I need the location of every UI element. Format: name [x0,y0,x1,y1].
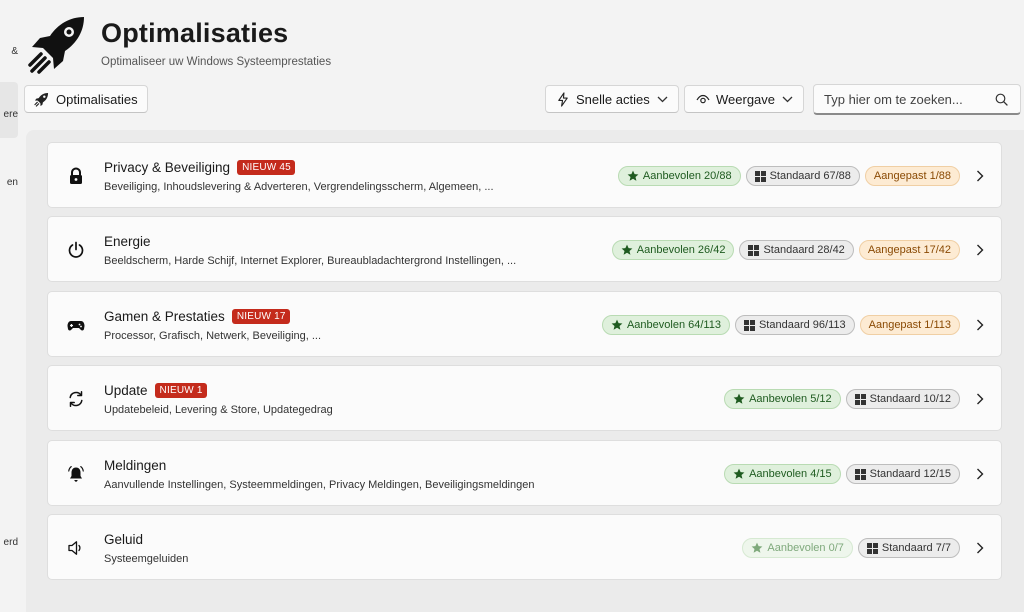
speaker-icon [68,541,81,555]
snelle-acties-dropdown[interactable]: Snelle acties [545,85,679,113]
star-icon [621,244,633,255]
category-description: Processor, Grafisch, Netwerk, Beveiligin… [104,330,322,342]
star-icon [627,170,639,181]
windows-icon [866,542,878,554]
chevron-down-icon [657,96,668,102]
standard-badge[interactable]: Standaard 10/12 [845,389,960,409]
category-card-update[interactable]: Update NIEUW 1 Updatebeleid, Levering & … [47,365,1002,431]
rocket-icon [28,17,84,74]
sidebar-strip: & ere en erd [0,0,18,612]
new-badge: NIEUW 1 [154,383,207,398]
category-card-energie[interactable]: Energie Beeldscherm, Harde Schijf, Inter… [47,216,1002,282]
category-title: Geluid [104,532,144,547]
lock-icon [70,167,82,184]
recommended-badge[interactable]: Aanbevolen 4/15 [724,464,841,484]
custom-badge[interactable]: Aangepast 1/113 [859,315,960,335]
custom-badge[interactable]: Aangepast 17/42 [858,240,960,260]
category-description: Systeemgeluiden [104,553,189,565]
chevron-right-icon[interactable] [976,468,984,480]
search-box[interactable] [813,84,1021,115]
recommended-badge[interactable]: Aanbevolen 5/12 [724,389,841,409]
standard-badge[interactable]: Standaard 12/15 [845,464,960,484]
windows-icon [754,170,766,182]
star-icon [752,542,763,553]
sidebar-fragment: en [6,177,18,188]
category-card-geluid[interactable]: Geluid Systeemgeluiden Aanbevolen 0/7 St… [47,514,1002,580]
category-card-gamen[interactable]: Gamen & Prestaties NIEUW 17 Processor, G… [47,291,1002,357]
category-title: Gamen & Prestaties [104,309,225,324]
category-description: Beeldscherm, Harde Schijf, Internet Expl… [104,255,517,267]
sidebar-fragment: & [11,46,18,57]
new-badge: NIEUW 17 [231,309,290,324]
chevron-right-icon[interactable] [976,244,984,256]
star-icon [611,319,623,330]
standard-badge[interactable]: Standaard 67/88 [745,166,860,186]
chevron-right-icon[interactable] [976,170,984,182]
category-card-meldingen[interactable]: Meldingen Aanvullende Instellingen, Syst… [47,440,1002,506]
category-description: Aanvullende Instellingen, Systeemmelding… [104,479,535,491]
optimalisaties-button-label: Optimalisaties [56,91,138,107]
search-input[interactable] [814,91,984,107]
eye-icon [696,94,710,103]
category-description: Beveiliging, Inhoudslevering & Advertere… [104,181,494,193]
sidebar-fragment: erd [3,537,18,548]
new-badge: NIEUW 45 [237,160,295,175]
recommended-badge[interactable]: Aanbevolen 26/42 [611,240,735,260]
bell-icon [68,466,84,482]
chevron-right-icon[interactable] [976,393,984,405]
custom-badge[interactable]: Aangepast 1/88 [864,166,960,186]
snelle-acties-label: Snelle acties [576,91,650,107]
power-icon [68,241,84,258]
page-subtitle: Optimaliseer uw Windows Systeemprestatie… [101,56,332,68]
standard-badge[interactable]: Standaard 28/42 [739,240,854,260]
chevron-right-icon[interactable] [976,319,984,331]
category-title: Energie [104,234,151,249]
windows-icon [743,319,755,331]
weergave-dropdown[interactable]: Weergave [684,85,804,113]
recommended-badge[interactable]: Aanbevolen 20/88 [617,166,741,186]
windows-icon [854,468,866,480]
search-icon[interactable] [995,93,1008,106]
recommended-badge[interactable]: Aanbevolen 64/113 [601,315,730,335]
rocket-icon [34,92,49,107]
category-title: Update [104,383,148,398]
category-title: Privacy & Beveiliging [104,160,231,175]
recommended-badge[interactable]: Aanbevolen 0/7 [742,538,853,558]
optimalisaties-button[interactable]: Optimalisaties [24,85,148,113]
windows-icon [854,393,866,405]
category-description: Updatebeleid, Levering & Store, Updatege… [104,404,333,416]
chevron-down-icon [782,96,793,102]
sync-icon [69,391,83,407]
windows-icon [748,244,760,256]
star-icon [733,393,745,404]
star-icon [733,468,745,479]
sidebar-fragment: ere [3,109,18,120]
standard-badge[interactable]: Standaard 7/7 [857,538,960,558]
category-card-privacy[interactable]: Privacy & Beveiliging NIEUW 45 Beveiligi… [47,142,1002,208]
page-title: Optimalisaties [101,18,289,48]
lightning-icon [558,91,568,107]
standard-badge[interactable]: Standaard 96/113 [734,315,855,335]
chevron-right-icon[interactable] [976,542,984,554]
gamepad-icon [67,321,85,331]
category-title: Meldingen [104,458,167,473]
weergave-label: Weergave [716,91,776,107]
